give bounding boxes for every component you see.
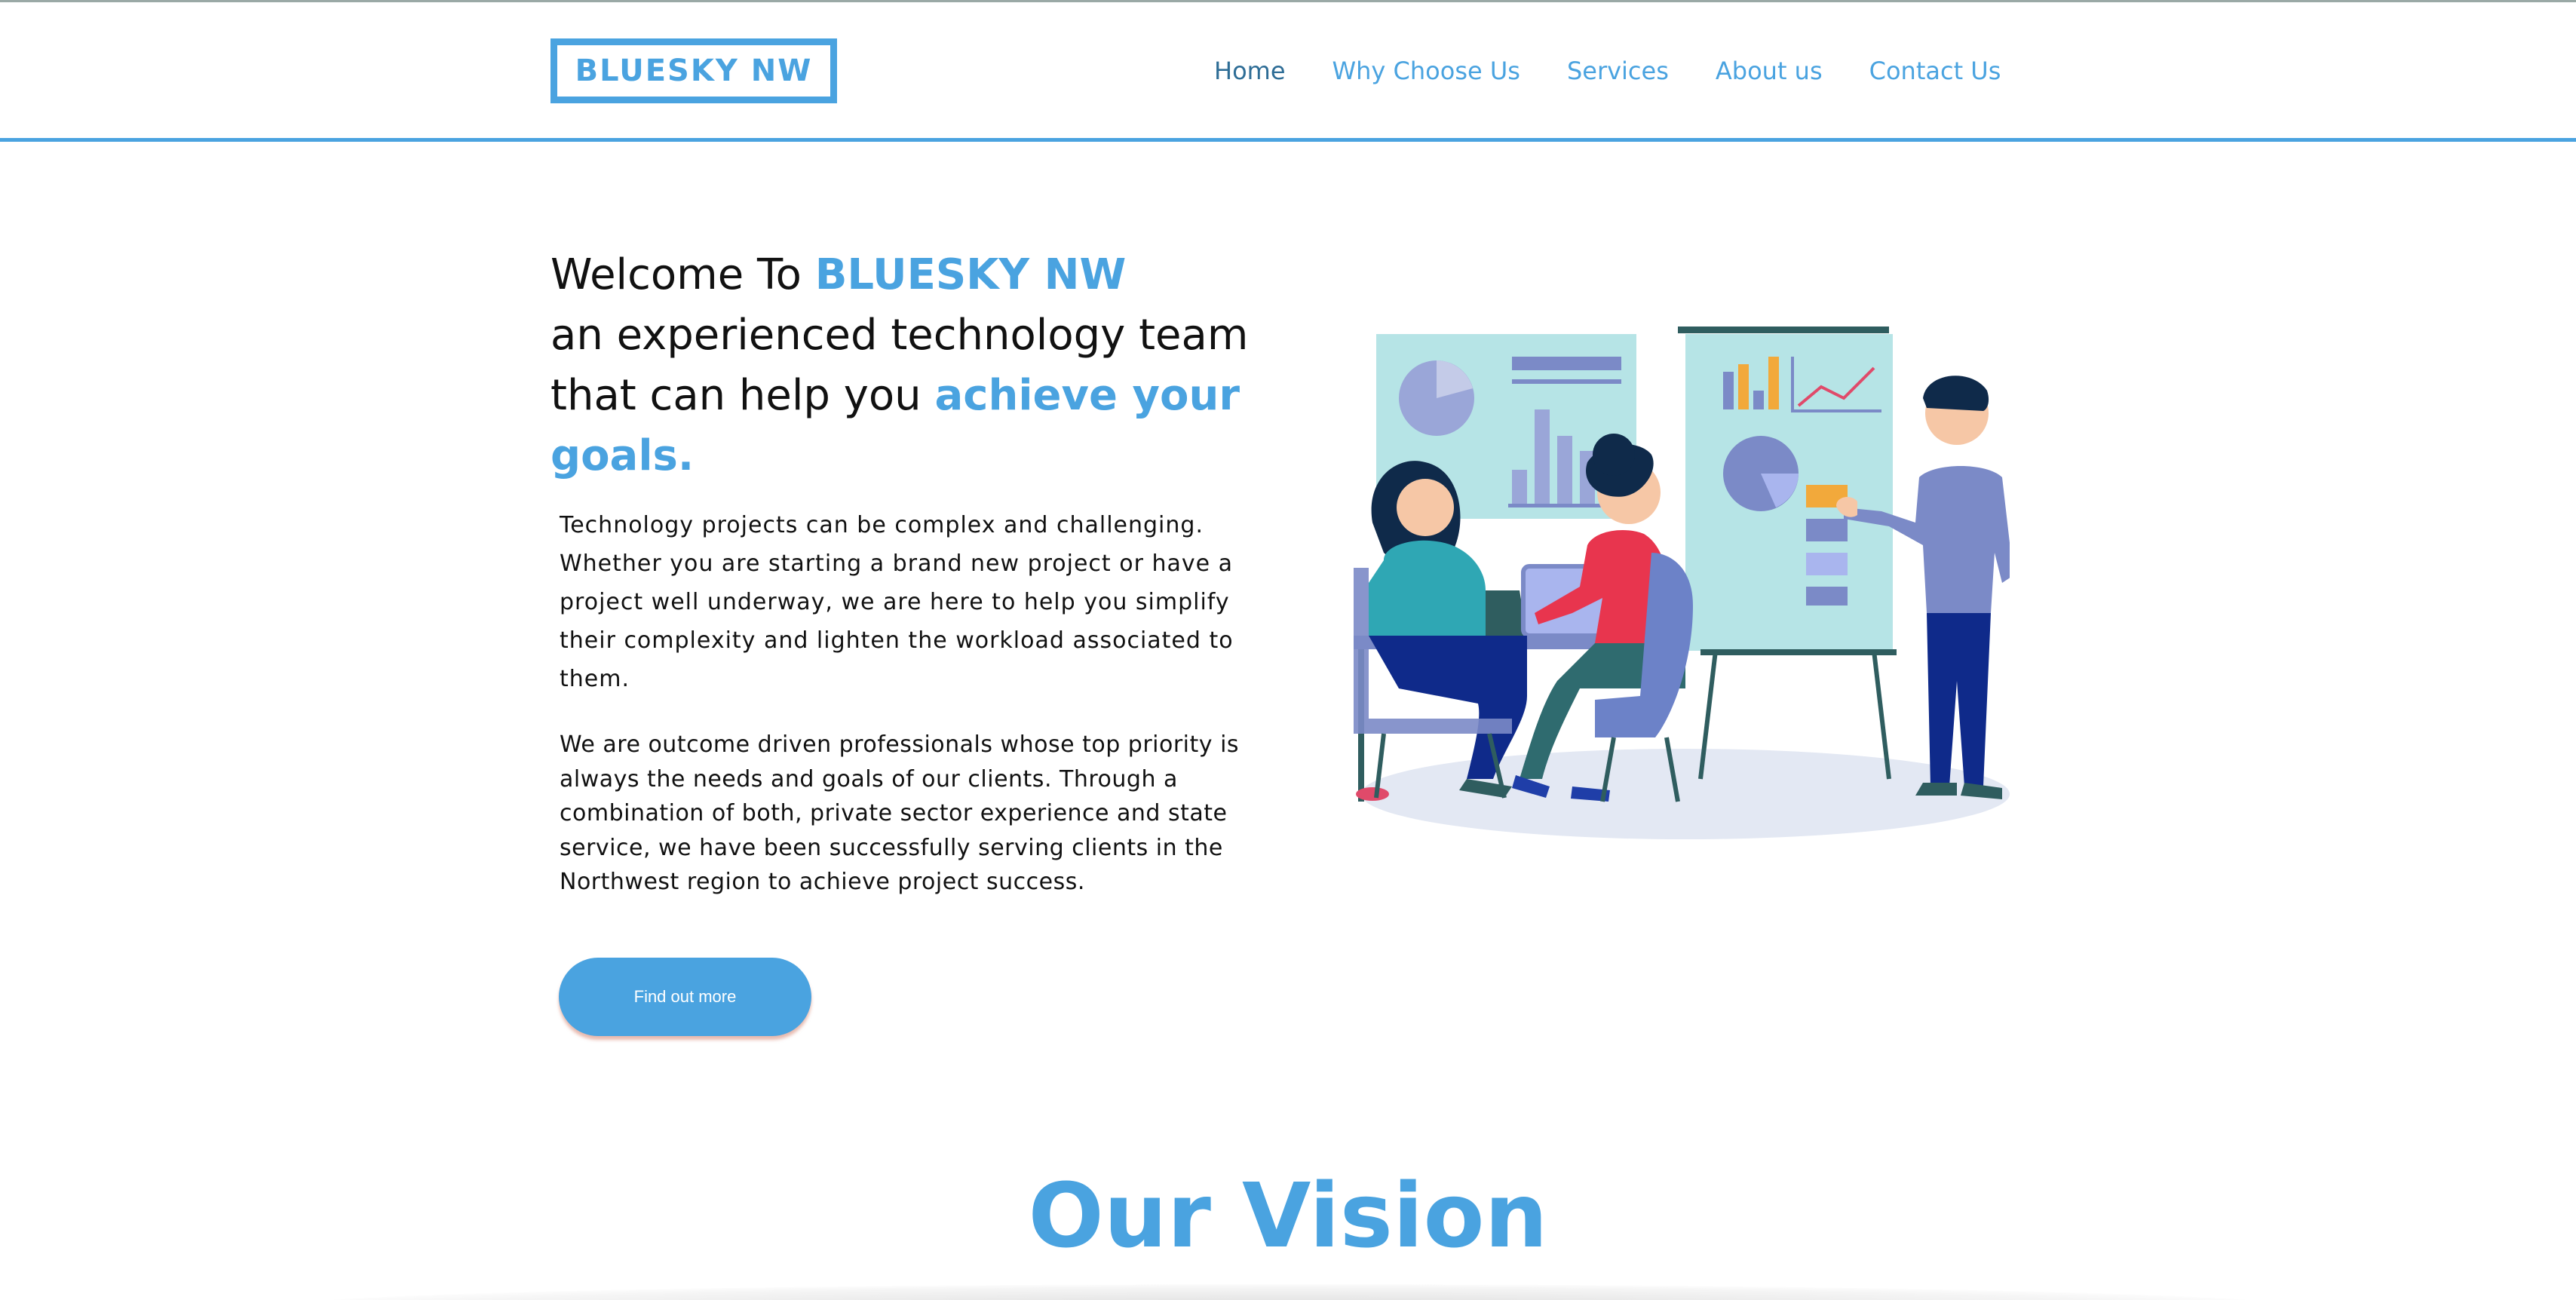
page: BLUESKY NW Home Why Choose Us Services A… bbox=[0, 0, 2576, 1300]
nav-contact-us[interactable]: Contact Us bbox=[1869, 57, 2001, 85]
outcome-paragraph: We are outcome driven professionals whos… bbox=[560, 731, 1240, 895]
main-nav: Home Why Choose Us Services About us Con… bbox=[1214, 57, 2047, 85]
team-meeting-illustration bbox=[1354, 327, 2010, 839]
vision-title: Our Vision bbox=[1028, 1164, 1548, 1268]
hero-line1-prefix: Welcome To bbox=[550, 250, 815, 299]
floor-shadow bbox=[1361, 749, 2010, 839]
find-out-more-button[interactable]: Find out more bbox=[559, 958, 811, 1036]
intro-paragraph: Technology projects can be complex and c… bbox=[560, 512, 1234, 692]
hero-brand: BLUESKY NW bbox=[814, 250, 1127, 299]
nav-why-choose-us[interactable]: Why Choose Us bbox=[1332, 57, 1520, 85]
hero-heading: Welcome To BLUESKY NW an experienced tech… bbox=[550, 245, 1290, 486]
nav-home[interactable]: Home bbox=[1214, 57, 1286, 85]
vision-card-shadow bbox=[287, 1284, 2292, 1300]
site-header: BLUESKY NW Home Why Choose Us Services A… bbox=[0, 2, 2576, 142]
nav-services[interactable]: Services bbox=[1567, 57, 1669, 85]
logo[interactable]: BLUESKY NW bbox=[550, 38, 837, 103]
hero-line2: an experienced technology team bbox=[550, 311, 1249, 360]
nav-about-us[interactable]: About us bbox=[1716, 57, 1823, 85]
hero-line3-prefix: that can help you bbox=[550, 371, 935, 420]
